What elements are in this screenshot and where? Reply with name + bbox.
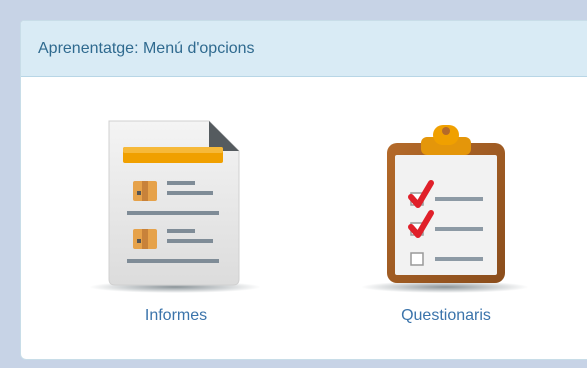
informes-link[interactable]: Informes (81, 307, 271, 325)
informes-option[interactable]: Informes (81, 109, 271, 325)
questionaris-link[interactable]: Questionaris (351, 307, 541, 325)
options-panel: Aprenentatge: Menú d'opcions Informes Qu… (20, 20, 587, 360)
questionaris-option[interactable]: Questionaris (351, 109, 541, 325)
report-document-icon[interactable] (81, 109, 271, 299)
panel-title: Aprenentatge: Menú d'opcions (38, 39, 255, 57)
panel-header: Aprenentatge: Menú d'opcions (21, 21, 587, 77)
clipboard-checklist-icon[interactable] (351, 109, 541, 299)
